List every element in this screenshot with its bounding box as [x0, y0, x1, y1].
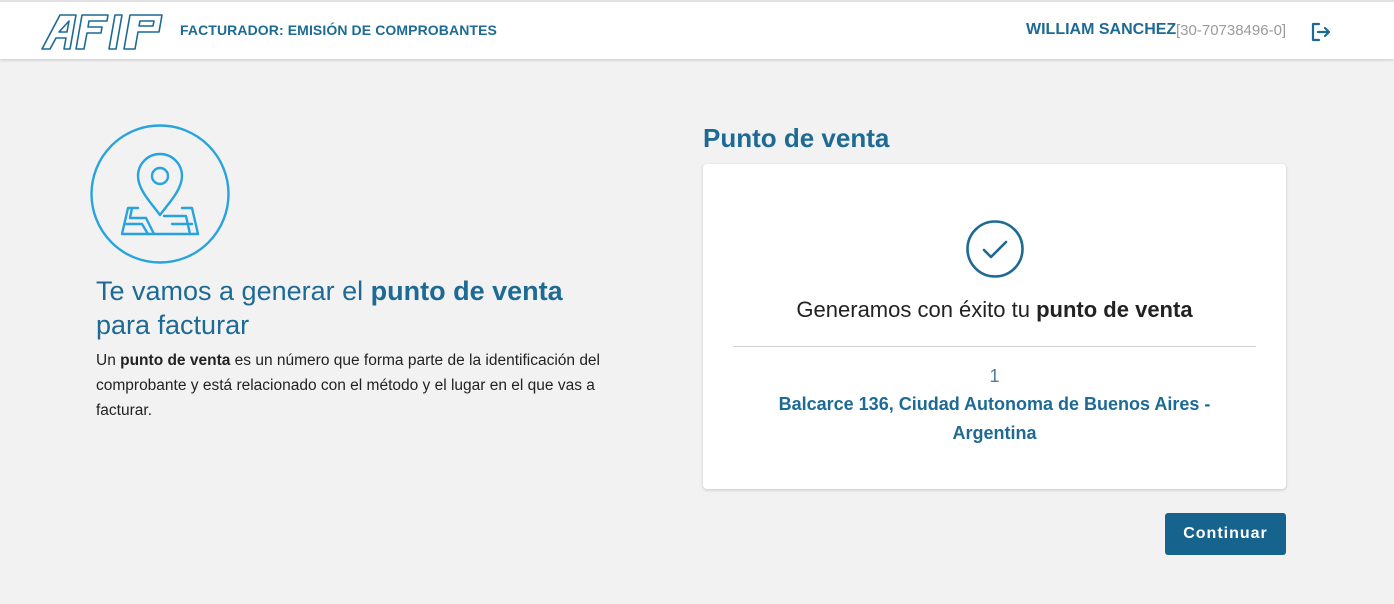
intro-description: Un punto de venta es un número que forma… [96, 352, 600, 419]
afip-logo[interactable] [40, 12, 166, 52]
punto-venta-number: 1 [989, 366, 1000, 386]
app-title: FACTURADOR: EMISIÓN DE COMPROBANTES [180, 22, 497, 38]
success-message: Generamos con éxito tu punto de venta [796, 297, 1193, 322]
logout-icon[interactable] [1309, 20, 1333, 44]
user-name: WILLIAM SANCHEZ [1026, 21, 1177, 38]
map-location-icon [90, 124, 230, 264]
punto-venta-address: Balcarce 136, Ciudad Autonoma de Buenos … [778, 394, 1211, 443]
top-header: FACTURADOR: EMISIÓN DE COMPROBANTES WILL… [0, 0, 1394, 59]
user-cuit: [30-70738496-0] [1176, 22, 1287, 39]
card-divider [733, 346, 1256, 347]
check-circle-icon [966, 220, 1024, 278]
result-card: Generamos con éxito tu punto de venta 1 … [703, 164, 1286, 489]
intro-title: Te vamos a generar el punto de venta par… [96, 276, 563, 340]
continue-button[interactable]: Continuar [1165, 513, 1286, 555]
section-title: Punto de venta [703, 123, 890, 153]
